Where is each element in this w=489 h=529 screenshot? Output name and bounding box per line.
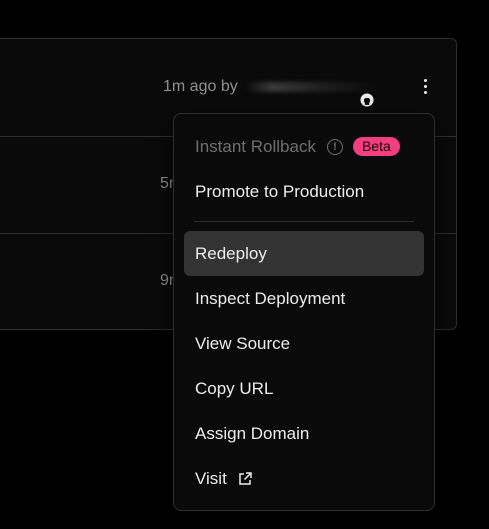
author-name (245, 81, 376, 92)
more-vertical-icon (423, 79, 427, 82)
deployments-view: 1m ago by 5r 9r Instant Rollback ! Beta (0, 0, 489, 529)
menu-separator (194, 221, 414, 222)
menu-item-redeploy[interactable]: Redeploy (184, 231, 424, 276)
external-link-icon (239, 471, 252, 485)
github-icon (360, 93, 374, 107)
beta-badge: Beta (352, 137, 400, 156)
deployment-meta: 1m ago by (163, 78, 376, 96)
menu-item-visit[interactable]: Visit (184, 456, 424, 501)
menu-item-label: Instant Rollback (195, 136, 316, 156)
menu-item-assign-domain[interactable]: Assign Domain (184, 411, 424, 456)
deployment-time: 1m ago by (163, 78, 238, 95)
menu-item-label: Assign Domain (195, 423, 310, 443)
more-options-button[interactable] (415, 76, 435, 100)
menu-item-copy-url[interactable]: Copy URL (184, 366, 424, 411)
menu-item-promote-to-production[interactable]: Promote to Production (184, 169, 424, 214)
menu-item-label: View Source (195, 333, 291, 353)
kebab-dot (423, 85, 427, 88)
menu-item-label: Copy URL (195, 378, 274, 398)
menu-item-label: Visit (195, 468, 227, 488)
deployment-context-menu: Instant Rollback ! Beta Promote to Produ… (173, 113, 435, 511)
menu-item-inspect-deployment[interactable]: Inspect Deployment (184, 276, 424, 321)
menu-item-label: Promote to Production (195, 181, 365, 201)
menu-item-view-source[interactable]: View Source (184, 321, 424, 366)
info-icon[interactable]: ! (326, 138, 343, 155)
kebab-dot (423, 91, 427, 94)
menu-item-label: Inspect Deployment (195, 288, 346, 308)
menu-item-instant-rollback: Instant Rollback ! Beta (184, 124, 424, 169)
menu-item-label: Redeploy (195, 243, 267, 263)
